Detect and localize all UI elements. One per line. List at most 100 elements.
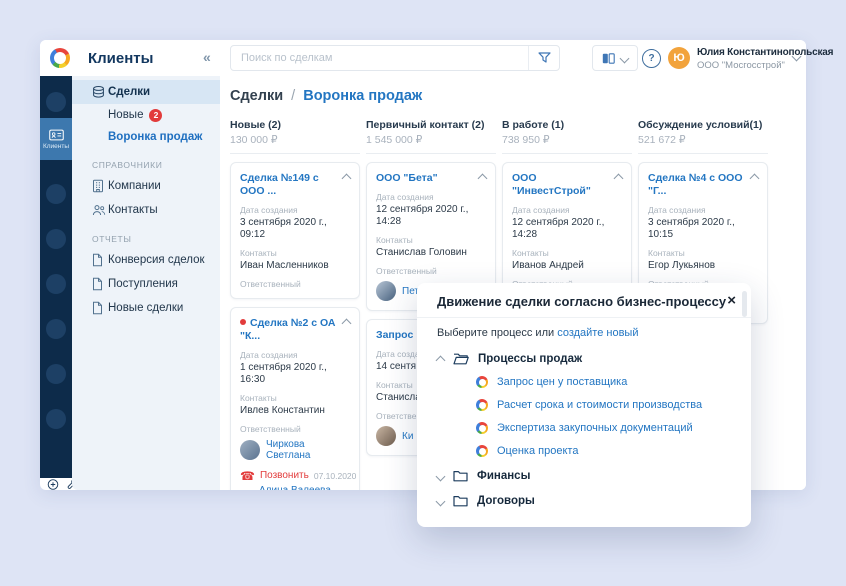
call-person-link[interactable]: Алина Валеева (259, 485, 331, 490)
field-label: Ответственный (240, 424, 350, 434)
field-value: 3 сентября 2020 г., 10:15 (648, 217, 758, 241)
collapse-card-icon[interactable] (478, 174, 488, 184)
filter-funnel-icon[interactable] (528, 46, 559, 70)
folder-icon (453, 495, 468, 507)
modal-title: Движение сделки согласно бизнес-процессу (437, 294, 726, 309)
help-button[interactable]: ? (642, 49, 661, 68)
field-value: 12 сентября 2020 г., 14:28 (512, 217, 622, 241)
field-label: Контакты (648, 248, 758, 258)
rail-item-clients[interactable]: Клиенты (40, 118, 72, 160)
module-icon-placeholder[interactable] (46, 229, 66, 249)
chevron-down-icon (436, 471, 446, 481)
breadcrumb-current: Воронка продаж (303, 88, 422, 104)
close-icon[interactable]: × (727, 292, 736, 309)
sidebar-section-directories: СПРАВОЧНИКИ (72, 160, 220, 170)
sidebar-item-report-income[interactable]: Поступления (72, 272, 220, 296)
sidebar-item-report-newdeals[interactable]: Новые сделки (72, 296, 220, 320)
sidebar-collapse-button[interactable]: « (203, 49, 211, 65)
field-label: Дата создания (240, 350, 350, 360)
process-icon (476, 399, 488, 411)
module-icon-placeholder[interactable] (46, 364, 66, 384)
tree-item-label: Расчет срока и стоимости производства (497, 399, 702, 411)
collapse-card-icon[interactable] (750, 174, 760, 184)
avatar (376, 281, 396, 301)
tree-item-process[interactable]: Запрос цен у поставщика (437, 376, 737, 388)
view-switcher-button[interactable] (592, 45, 638, 71)
sidebar-item-deals[interactable]: Сделки (72, 80, 220, 104)
tree-item-label: Экспертиза закупочных документаций (497, 422, 693, 434)
sidebar-item-contacts[interactable]: Контакты (72, 198, 220, 222)
field-label: Дата создания (240, 205, 350, 215)
sidebar-item-label: Компании (72, 180, 161, 192)
field-label: Контакты (376, 235, 486, 245)
field-value: Станислав Головин (376, 247, 486, 259)
deals-icon (92, 86, 105, 99)
folder-open-icon (453, 352, 469, 365)
add-button[interactable] (47, 478, 59, 491)
modal-intro: Выберите процесс или создайте новый (437, 327, 737, 339)
search-input[interactable] (231, 46, 547, 70)
module-icon-placeholder[interactable] (46, 274, 66, 294)
module-icon-placeholder[interactable] (46, 92, 66, 112)
top-bar: Клиенты « ? Ю Юлия Константинопольская О… (40, 40, 806, 77)
tree-group-label: Договоры (477, 495, 535, 507)
create-new-process-link[interactable]: создайте новый (557, 327, 638, 339)
chevron-up-icon (436, 355, 446, 365)
status-dot (240, 319, 246, 325)
avatar (376, 426, 396, 446)
sidebar-item-new-deals[interactable]: Новые 2 (72, 104, 220, 126)
people-icon (92, 204, 106, 216)
field-value: 1 сентября 2020 г., 16:30 (240, 362, 350, 386)
tree-group-contracts[interactable]: Договоры (437, 495, 737, 507)
column-title: Новые (2) (230, 119, 360, 131)
field-value: Ивлев Константин (240, 405, 350, 417)
module-icon-placeholder[interactable] (46, 319, 66, 339)
responsible-link[interactable]: Ки (402, 431, 413, 442)
field-label: Контакты (240, 393, 350, 403)
field-value: 3 сентября 2020 г., 09:12 (240, 217, 350, 241)
collapse-card-icon[interactable] (342, 319, 352, 329)
sidebar-section-reports: ОТЧЕТЫ (72, 234, 220, 244)
sidebar-item-companies[interactable]: Компании (72, 174, 220, 198)
phone-icon: ☎ (240, 471, 255, 481)
chevron-down-icon (620, 53, 630, 63)
module-icon-placeholder[interactable] (46, 409, 66, 429)
breadcrumb-root[interactable]: Сделки (230, 88, 283, 104)
new-deals-badge: 2 (149, 109, 162, 122)
call-action-link[interactable]: Позвонить (260, 470, 309, 481)
field-label: Контакты (240, 248, 350, 258)
kanban-column-new: Новые (2) 130 000 ₽ Сделка №149 с ООО ..… (230, 119, 360, 490)
tree-group-sales[interactable]: Процессы продаж (437, 352, 737, 365)
kanban-view-icon (602, 53, 615, 64)
column-title: В работе (1) (502, 119, 632, 131)
module-rail: Клиенты (40, 76, 72, 478)
module-icon-placeholder[interactable] (46, 184, 66, 204)
modal-intro-text: Выберите процесс или (437, 327, 554, 339)
field-label: Ответственный (240, 279, 350, 289)
user-avatar[interactable]: Ю (668, 47, 690, 69)
call-date: 07.10.2020 (314, 471, 357, 481)
field-label: Контакты (512, 248, 622, 258)
column-title: Обсуждение условий(1) (638, 119, 768, 131)
field-value: Иванов Андрей (512, 260, 622, 272)
tree-group-finance[interactable]: Финансы (437, 470, 737, 482)
modal-scrollbar[interactable] (742, 291, 747, 317)
collapse-card-icon[interactable] (614, 174, 624, 184)
tree-item-process[interactable]: Экспертиза закупочных документаций (437, 422, 737, 434)
column-sum: 130 000 ₽ (230, 134, 360, 146)
column-title: Первичный контакт (2) (366, 119, 496, 131)
tree-item-process[interactable]: Оценка проекта (437, 445, 737, 457)
deal-title: Сделка №4 с ООО "Г... (648, 172, 751, 198)
sidebar-item-label: Воронка продаж (108, 131, 202, 143)
collapse-card-icon[interactable] (342, 174, 352, 184)
user-company: ООО "Мосгосстрой" (697, 60, 785, 71)
responsible-link[interactable]: Чиркова Светлана (266, 439, 350, 461)
tree-item-process[interactable]: Расчет срока и стоимости производства (437, 399, 737, 411)
sidebar-item-report-conversion[interactable]: Конверсия сделок (72, 248, 220, 272)
field-label: Ответственный (376, 266, 486, 276)
deal-card[interactable]: Сделка №149 с ООО ... Дата создания 3 се… (230, 162, 360, 299)
tree-group-label: Финансы (477, 470, 530, 482)
sidebar-item-sales-funnel[interactable]: Воронка продаж (72, 126, 220, 148)
deal-card[interactable]: Сделка №2 с ОА "К... Дата создания 1 сен… (230, 307, 360, 490)
user-name[interactable]: Юлия Константинопольская (697, 47, 833, 58)
